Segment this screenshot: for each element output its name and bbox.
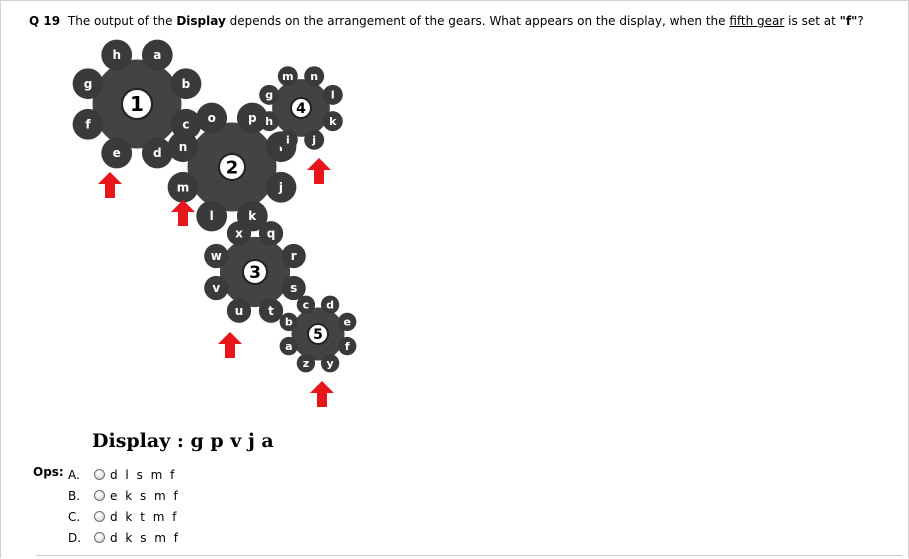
gear-letter: c: [303, 299, 310, 312]
arrow-up-icon: [307, 158, 331, 184]
gear-diagram: abcdefgh1ijklmnop2qrstuvwx3mnlkjihg4defy…: [72, 39, 357, 407]
gear-number: 5: [313, 327, 323, 343]
options-list: A. d l s m f B. e k s m f C. d k t m f D…: [68, 464, 180, 548]
gear-number: 3: [249, 263, 261, 283]
gear-letter: b: [182, 77, 191, 91]
gear-letter: g: [265, 89, 273, 102]
option-c[interactable]: C. d k t m f: [68, 506, 180, 527]
gear-letter: r: [291, 249, 297, 263]
gear-letter: e: [343, 316, 350, 329]
gear-letter: h: [265, 115, 273, 128]
option-letter: A.: [68, 467, 80, 482]
gear-letter: u: [235, 304, 244, 318]
option-d[interactable]: D. d k s m f: [68, 527, 180, 548]
gear-letter: a: [285, 340, 292, 353]
radio-button[interactable]: [94, 490, 105, 501]
gear-letter: p: [248, 111, 257, 125]
gear-letter: n: [310, 70, 318, 83]
gear-letter: k: [329, 115, 337, 128]
gear-number: 1: [130, 92, 144, 116]
gear-letter: b: [285, 316, 293, 329]
display-text: Display : g p v j a: [92, 430, 274, 452]
gear-letter: m: [177, 180, 190, 194]
gear-letter: d: [326, 299, 334, 312]
radio-button[interactable]: [94, 511, 105, 522]
option-letter: C.: [68, 509, 81, 524]
gear-letter: l: [331, 89, 335, 102]
gear-letter: v: [212, 281, 220, 295]
option-text: d k t m f: [110, 509, 179, 524]
option-text: d l s m f: [110, 467, 177, 482]
option-letter: D.: [68, 530, 82, 545]
option-b[interactable]: B. e k s m f: [68, 485, 180, 506]
gear-letter: h: [112, 48, 121, 62]
gear-letter: w: [211, 249, 222, 263]
gear-letter: f: [345, 340, 350, 353]
gear-letter: y: [327, 357, 334, 370]
option-letter: B.: [68, 488, 81, 503]
gears-layer: abcdefgh1ijklmnop2qrstuvwx3mnlkjihg4defy…: [72, 39, 357, 373]
gear-number: 4: [296, 101, 306, 117]
arrow-up-icon: [310, 381, 334, 407]
gear-letter: f: [85, 117, 91, 131]
gear-number: 2: [226, 157, 239, 178]
radio-button[interactable]: [94, 532, 105, 543]
gear-letter: j: [278, 180, 283, 194]
arrow-up-icon: [171, 200, 195, 226]
gear-letter: c: [182, 117, 189, 131]
gear-letter: z: [303, 357, 309, 370]
gear-letter: k: [248, 209, 257, 223]
gear-letter: n: [179, 140, 188, 154]
gear-letter: a: [153, 48, 161, 62]
arrow-up-icon: [98, 172, 122, 198]
gear-letter: e: [113, 146, 121, 160]
gear-5: defy zabc 5: [279, 295, 357, 373]
gear-letter: g: [84, 77, 93, 91]
gear-letter: i: [286, 134, 290, 147]
gear-letter: s: [290, 281, 297, 295]
gear-letter: t: [268, 304, 274, 318]
option-text: d k s m f: [110, 530, 180, 545]
gear-letter: d: [153, 146, 162, 160]
arrow-up-icon: [218, 332, 242, 358]
gear-letter: l: [210, 209, 214, 223]
radio-button[interactable]: [94, 469, 105, 480]
gear-letter: j: [311, 134, 316, 147]
option-a[interactable]: A. d l s m f: [68, 464, 180, 485]
gear-letter: m: [282, 70, 293, 83]
ops-label: Ops:: [33, 465, 64, 479]
gear-3: q r s t u v wx 3: [204, 221, 306, 323]
gear-letter: o: [208, 111, 216, 125]
option-text: e k s m f: [110, 488, 180, 503]
gear-letter: x: [235, 227, 243, 241]
gear-letter: q: [267, 227, 276, 241]
bottom-divider: [36, 555, 902, 556]
